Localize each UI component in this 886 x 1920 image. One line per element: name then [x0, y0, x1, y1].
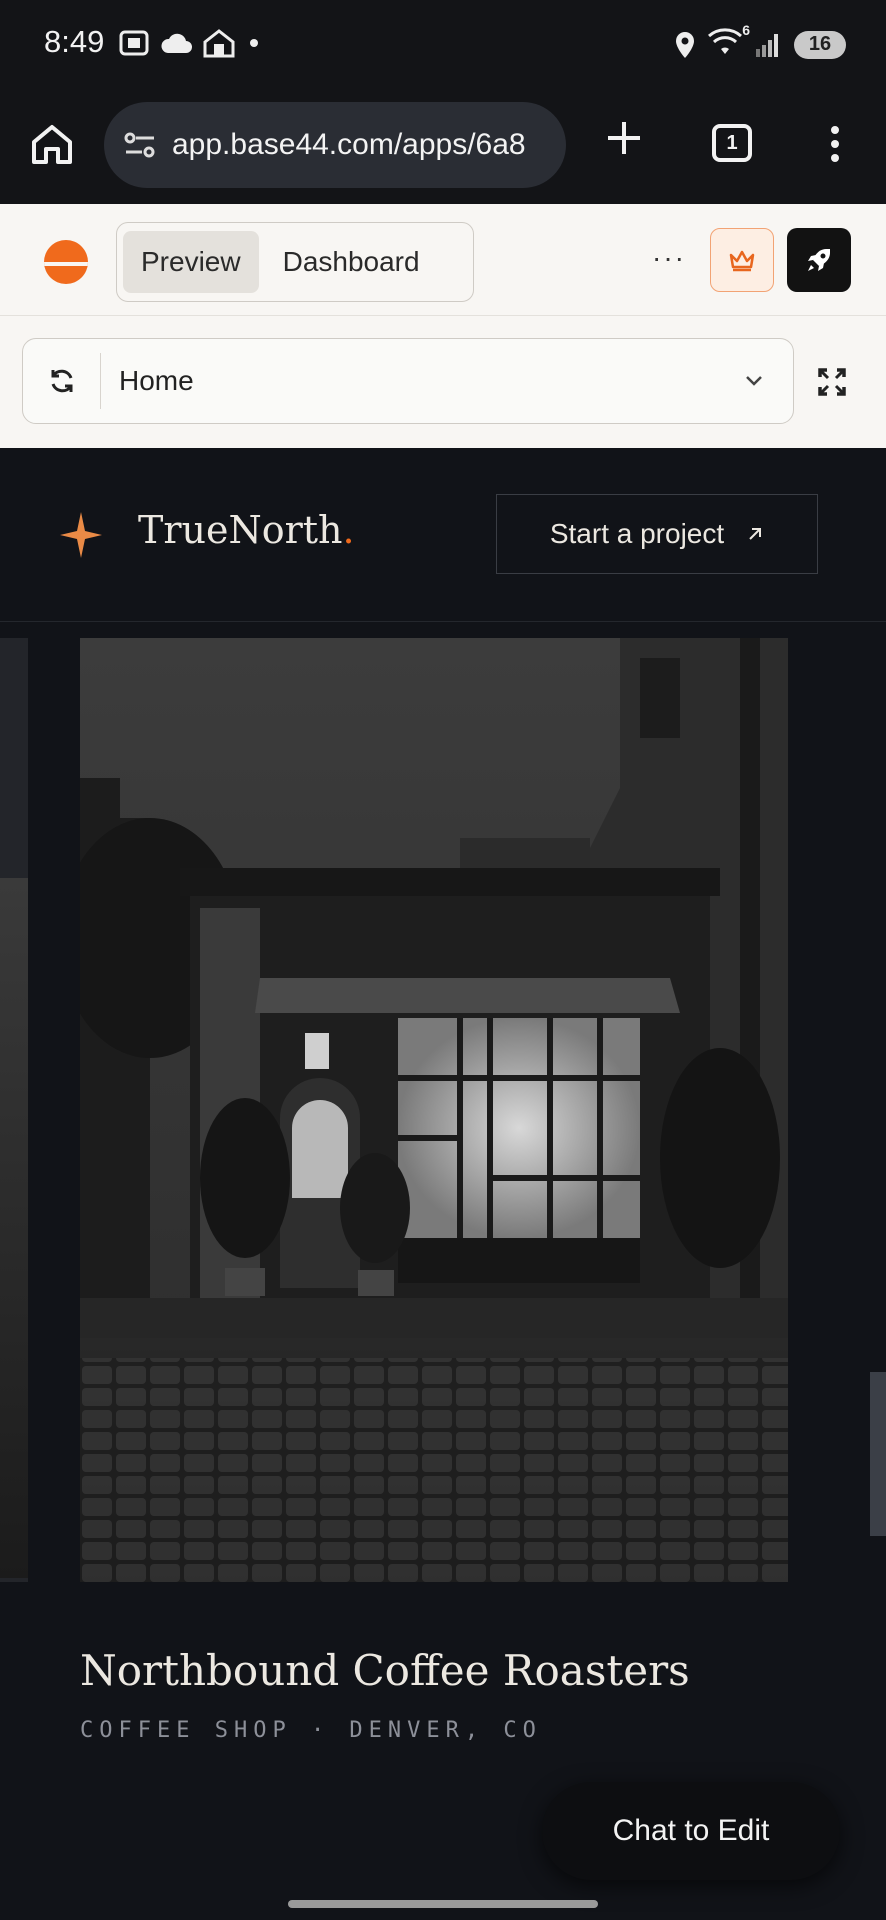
site-settings-icon[interactable] — [122, 127, 158, 163]
site-preview: TrueNorth. Start a project Northbound Co… — [0, 448, 886, 1920]
site-header: TrueNorth. Start a project — [0, 448, 886, 622]
home-icon[interactable] — [28, 120, 76, 168]
url-text[interactable]: app.base44.com/apps/6a8 — [172, 128, 526, 162]
project-meta: COFFEE SHOP · DENVER, CO — [80, 1718, 542, 1743]
start-project-button[interactable]: Start a project — [496, 494, 818, 574]
previous-slide-image[interactable] — [0, 638, 28, 1582]
tab-dashboard[interactable]: Dashboard — [265, 231, 438, 293]
battery-indicator: 16 — [794, 30, 846, 59]
brand-logo[interactable]: TrueNorth. — [138, 508, 355, 552]
view-mode-switch: Preview Dashboard — [116, 222, 474, 302]
tab-preview[interactable]: Preview — [123, 231, 259, 293]
screenshot-icon — [119, 30, 149, 56]
chat-to-edit-button[interactable]: Chat to Edit — [542, 1782, 840, 1880]
compass-star-icon — [60, 512, 102, 558]
wifi-standard-label: 6 — [742, 22, 750, 38]
page-select[interactable]: Home — [22, 338, 794, 424]
gesture-home-bar[interactable] — [288, 1900, 598, 1908]
wifi-icon — [708, 28, 742, 54]
scrollbar[interactable] — [870, 1372, 886, 1536]
overflow-menu-icon[interactable] — [820, 120, 850, 168]
project-image[interactable] — [80, 638, 788, 1582]
status-time: 8:49 — [44, 24, 105, 59]
cloud-icon — [161, 33, 192, 53]
url-bar[interactable]: app.base44.com/apps/6a8 — [104, 102, 566, 188]
upgrade-button[interactable] — [710, 228, 774, 292]
builder-toolbar: Preview Dashboard ··· — [0, 204, 886, 316]
publish-button[interactable] — [787, 228, 851, 292]
status-bar: 8:49 6 16 — [0, 0, 886, 92]
refresh-button[interactable] — [23, 353, 101, 409]
location-icon — [676, 31, 694, 58]
home-network-icon — [203, 29, 235, 58]
refresh-icon — [51, 369, 72, 393]
brand-dot: . — [342, 508, 355, 552]
storefront-photo — [80, 638, 788, 1582]
project-title: Northbound Coffee Roasters — [80, 1646, 690, 1695]
tab-switcher-button[interactable]: 1 — [712, 124, 752, 162]
base44-logo[interactable] — [44, 240, 88, 284]
chevron-down-icon — [746, 376, 762, 386]
new-tab-icon[interactable] — [600, 114, 648, 162]
notification-dot-icon — [250, 39, 258, 47]
fullscreen-icon[interactable] — [816, 366, 848, 398]
browser-toolbar: app.base44.com/apps/6a8 1 — [0, 92, 886, 204]
current-page-name[interactable]: Home — [119, 365, 745, 397]
more-options-button[interactable]: ··· — [652, 242, 686, 274]
start-project-label: Start a project — [549, 518, 725, 549]
signal-icon — [756, 33, 778, 57]
brand-name: TrueNorth — [138, 508, 343, 552]
arrow-up-right-icon — [749, 528, 762, 540]
page-selector-bar: Home — [0, 316, 886, 448]
crown-icon — [729, 250, 755, 272]
rocket-icon — [808, 249, 830, 271]
